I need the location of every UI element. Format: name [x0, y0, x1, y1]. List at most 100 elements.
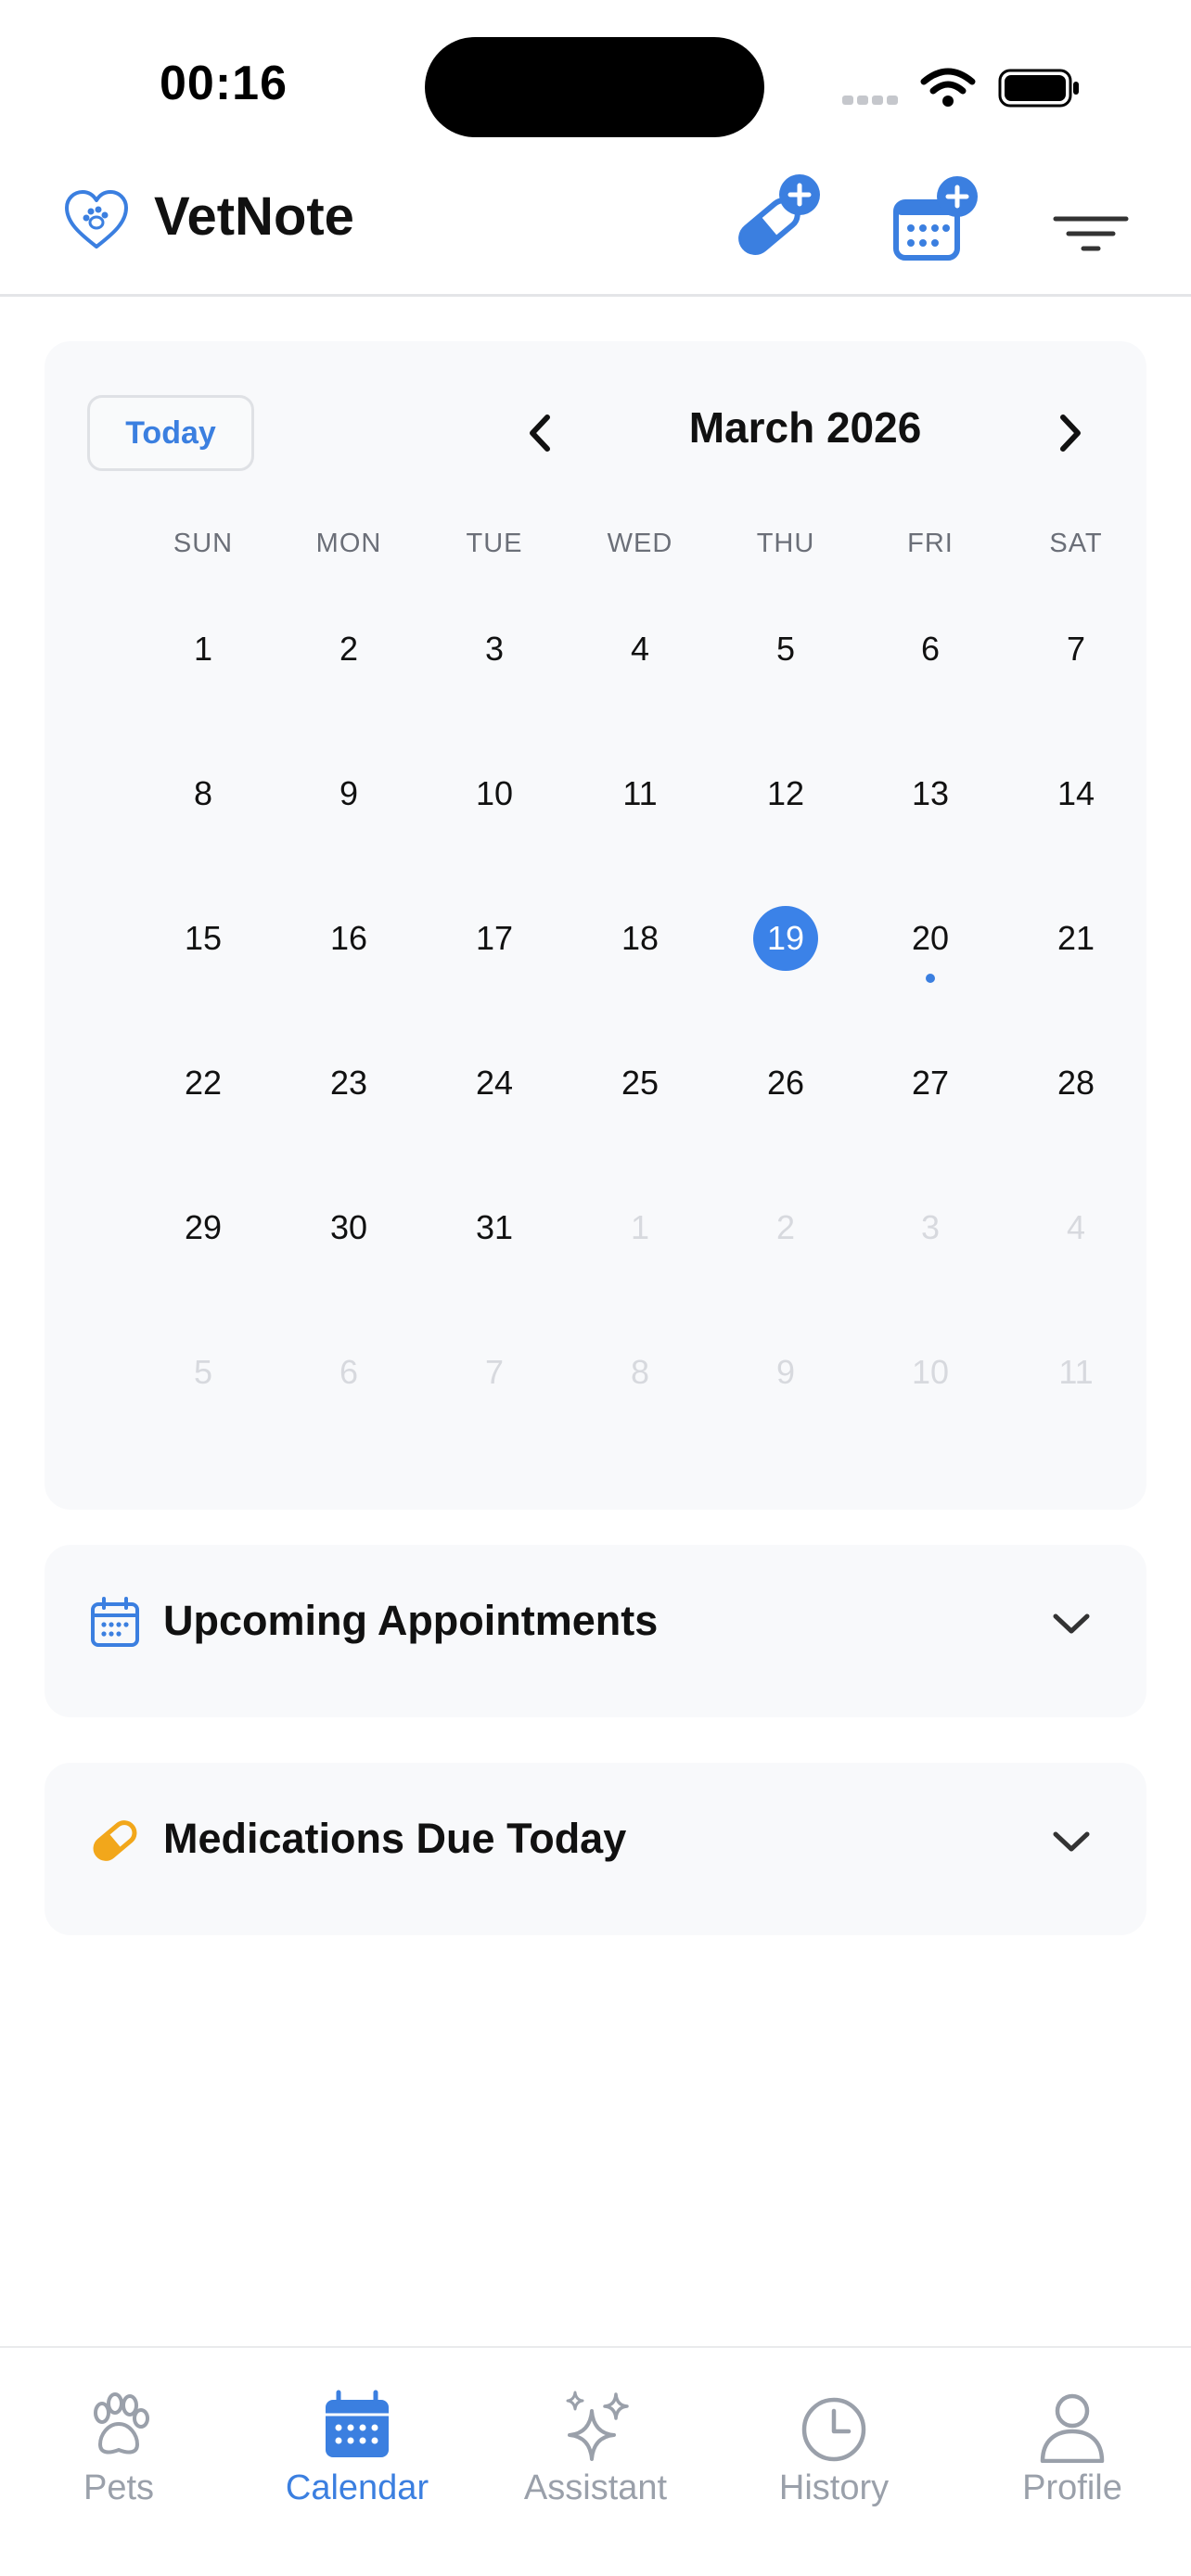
calendar-day[interactable]: 14	[1004, 721, 1148, 866]
medications-due-title: Medications Due Today	[163, 1815, 627, 1862]
calendar-day-number: 22	[184, 1064, 223, 1102]
calendar-day[interactable]: 1	[131, 577, 275, 721]
calendar-day-number: 5	[775, 630, 796, 668]
calendar-day[interactable]: 23	[276, 1011, 421, 1155]
chevron-down-icon[interactable]	[1046, 1599, 1096, 1649]
weekday-label: TUE	[466, 529, 523, 558]
calendar-day-number: 10	[911, 1353, 950, 1391]
calendar-day-number: 27	[911, 1064, 950, 1102]
tab-profile[interactable]: Profile	[954, 2348, 1191, 2533]
calendar-day-number: 13	[911, 774, 950, 812]
calendar-day-number: 21	[1057, 919, 1095, 957]
calendar-day-outside-month[interactable]: 10	[858, 1300, 1003, 1445]
calendar-day[interactable]: 29	[131, 1155, 275, 1300]
calendar-day[interactable]: 11	[568, 721, 712, 866]
calendar-day-outside-month[interactable]: 9	[713, 1300, 858, 1445]
calendar-day-outside-month[interactable]: 3	[858, 1155, 1003, 1300]
calendar-day-outside-month[interactable]: 6	[276, 1300, 421, 1445]
calendar-day-number: 2	[775, 1208, 796, 1246]
calendar-day-number: 3	[484, 630, 505, 668]
weekday-label: WED	[607, 529, 673, 558]
weekday-label: SAT	[1049, 529, 1103, 558]
calendar-day-number: 6	[920, 630, 941, 668]
calendar-day-number: 17	[475, 919, 514, 957]
calendar-day-number: 5	[193, 1353, 213, 1391]
tab-pets[interactable]: Pets	[0, 2348, 237, 2533]
calendar-day[interactable]: 31	[422, 1155, 567, 1300]
calendar-day-number: 29	[184, 1208, 223, 1246]
calendar-day-selected[interactable]: 19	[713, 866, 858, 1011]
calendar-icon	[326, 2390, 389, 2457]
calendar-day[interactable]: 17	[422, 866, 567, 1011]
tab-assistant[interactable]: Assistant	[477, 2348, 714, 2533]
calendar-day[interactable]: 3	[422, 577, 567, 721]
calendar-day[interactable]: 24	[422, 1011, 567, 1155]
weekday-label: MON	[315, 529, 382, 558]
calendar-day-number: 12	[766, 774, 805, 812]
calendar-day-number: 19	[766, 919, 805, 957]
tab-history[interactable]: History	[715, 2348, 953, 2533]
calendar-day-outside-month[interactable]: 2	[713, 1155, 858, 1300]
calendar-day[interactable]: 8	[131, 721, 275, 866]
calendar-day-number: 8	[193, 774, 213, 812]
clock-icon	[801, 2397, 866, 2462]
chevron-down-icon[interactable]	[1046, 1817, 1096, 1867]
calendar-day-outside-month[interactable]: 1	[568, 1155, 712, 1300]
tab-calendar[interactable]: Calendar	[238, 2348, 476, 2533]
calendar-day[interactable]: 21	[1004, 866, 1148, 1011]
calendar-card: Today March 2026 SUN MON TUE WED THU FRI…	[45, 341, 1146, 1510]
add-appointment-button[interactable]	[881, 169, 983, 271]
cellular-signal-icon	[842, 93, 902, 109]
calendar-day-number: 31	[475, 1208, 514, 1246]
medications-due-section[interactable]: Medications Due Today	[45, 1763, 1146, 1935]
calendar-day[interactable]: 25	[568, 1011, 712, 1155]
calendar-day[interactable]: 16	[276, 866, 421, 1011]
calendar-day[interactable]: 22	[131, 1011, 275, 1155]
calendar-day-number: 11	[622, 774, 658, 812]
calendar-day[interactable]: 6	[858, 577, 1003, 721]
calendar-day[interactable]: 28	[1004, 1011, 1148, 1155]
calendar-day-number: 9	[775, 1353, 796, 1391]
calendar-day[interactable]: 27	[858, 1011, 1003, 1155]
upcoming-appointments-section[interactable]: Upcoming Appointments	[45, 1545, 1146, 1717]
calendar-day-outside-month[interactable]: 4	[1004, 1155, 1148, 1300]
battery-icon	[998, 69, 1079, 108]
calendar-day[interactable]: 30	[276, 1155, 421, 1300]
calendar-day[interactable]: 2	[276, 577, 421, 721]
today-button[interactable]: Today	[87, 395, 254, 471]
calendar-day[interactable]: 4	[568, 577, 712, 721]
calendar-day[interactable]: 26	[713, 1011, 858, 1155]
calendar-day-number: 26	[766, 1064, 805, 1102]
calendar-day-number: 23	[329, 1064, 368, 1102]
filter-icon	[1053, 216, 1129, 251]
calendar-day[interactable]: 15	[131, 866, 275, 1011]
calendar-day[interactable]: 9	[276, 721, 421, 866]
calendar-day-number: 30	[329, 1208, 368, 1246]
calendar-day[interactable]: 18	[568, 866, 712, 1011]
calendar-day-number: 1	[193, 630, 213, 668]
add-medication-button[interactable]	[724, 169, 826, 271]
calendar-day-number: 7	[484, 1353, 505, 1391]
calendar-day-number: 24	[475, 1064, 514, 1102]
month-title: March 2026	[688, 403, 922, 452]
calendar-day[interactable]: 20	[858, 866, 1003, 1011]
next-month-button[interactable]	[1037, 401, 1102, 465]
tab-label: History	[778, 2468, 890, 2507]
wifi-icon	[920, 68, 976, 107]
calendar-day-outside-month[interactable]: 8	[568, 1300, 712, 1445]
calendar-day[interactable]: 10	[422, 721, 567, 866]
tab-bar: Pets Calendar Assistant History Profile	[0, 2346, 1191, 2576]
calendar-day[interactable]: 5	[713, 577, 858, 721]
calendar-day[interactable]: 12	[713, 721, 858, 866]
calendar-day-number: 15	[184, 919, 223, 957]
calendar-day-number: 4	[630, 630, 650, 668]
calendar-day[interactable]: 13	[858, 721, 1003, 866]
filter-button[interactable]	[1048, 169, 1150, 271]
calendar-day[interactable]: 7	[1004, 577, 1148, 721]
calendar-day-outside-month[interactable]: 5	[131, 1300, 275, 1445]
status-bar: 00:16	[0, 0, 1191, 148]
calendar-day-outside-month[interactable]: 7	[422, 1300, 567, 1445]
pill-icon	[93, 1820, 137, 1861]
calendar-day-outside-month[interactable]: 11	[1004, 1300, 1148, 1445]
calendar-day-number: 25	[621, 1064, 660, 1102]
